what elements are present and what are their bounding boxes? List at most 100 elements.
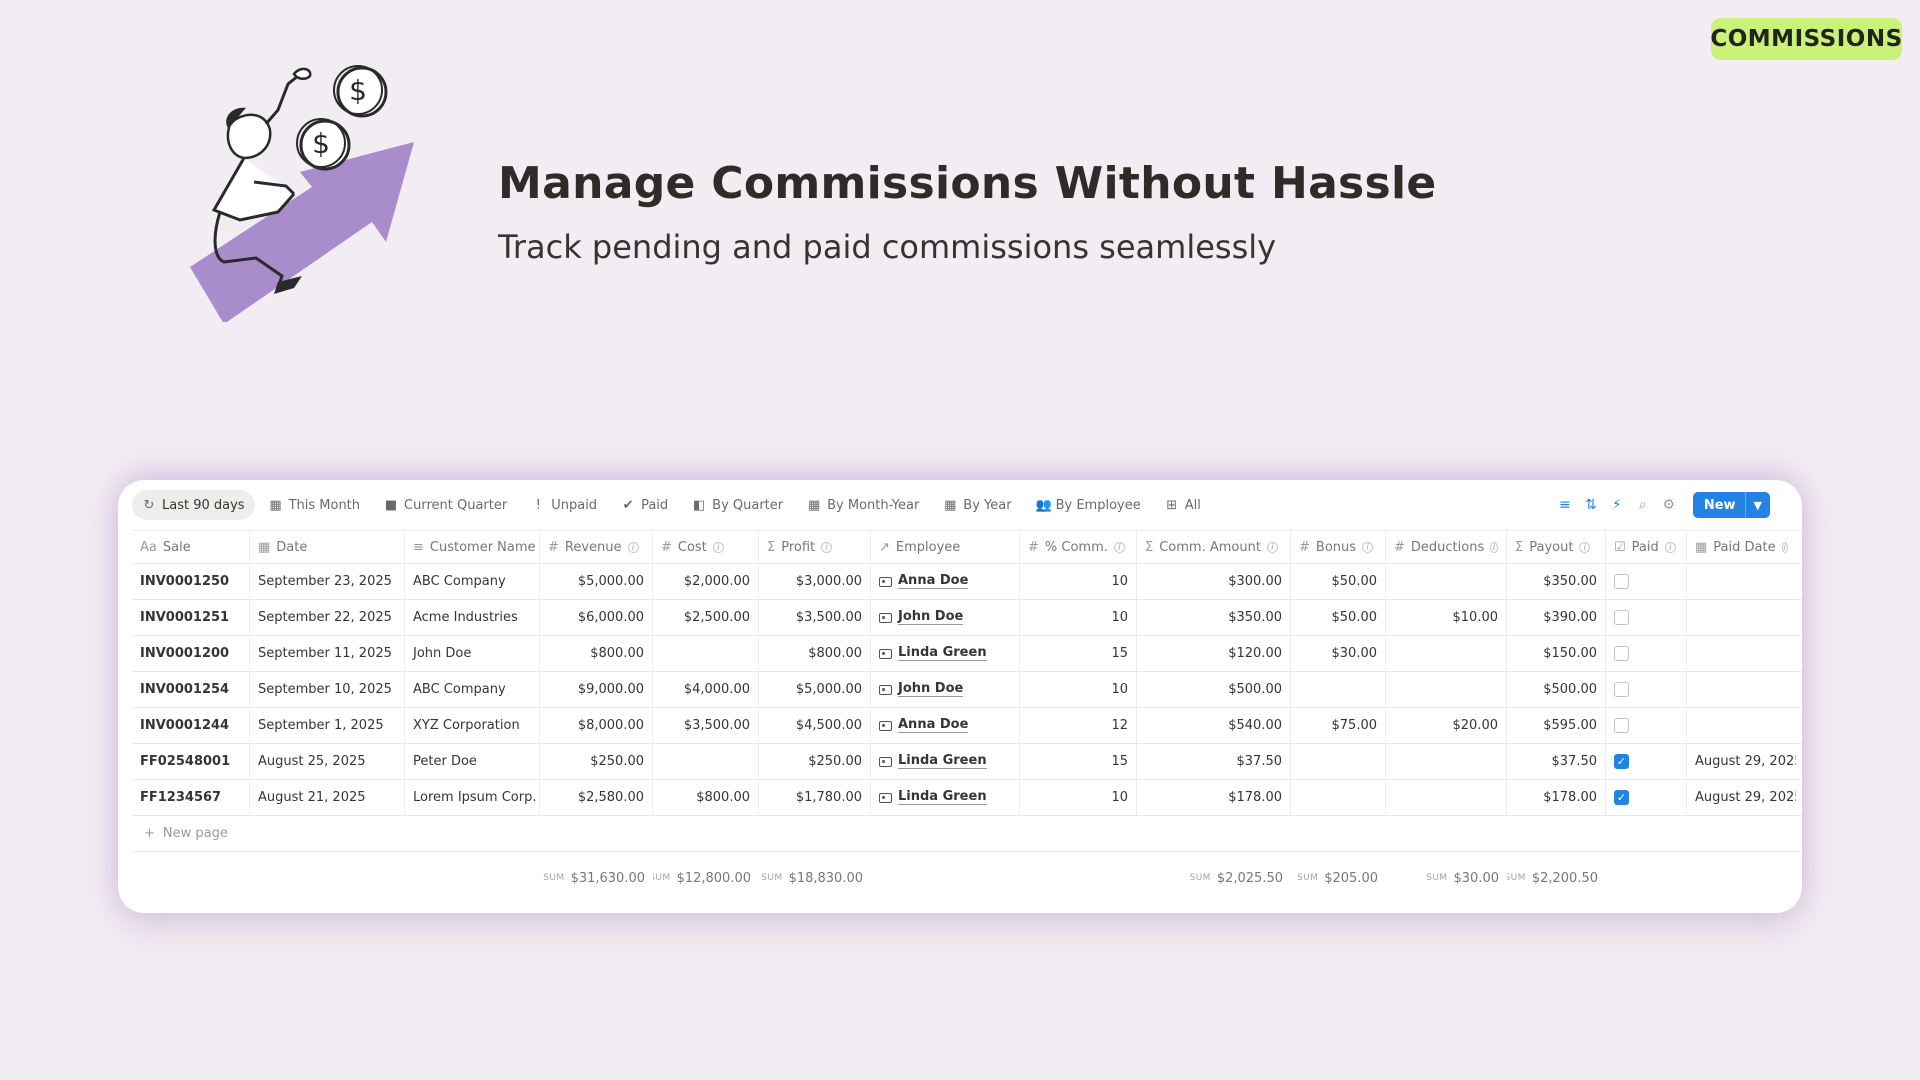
tab-last-90-days[interactable]: ↻ Last 90 days (132, 490, 255, 520)
sort-icon[interactable]: ⇅ (1583, 497, 1599, 513)
cell-bonus[interactable] (1291, 672, 1386, 707)
cell-deductions[interactable]: $20.00 (1386, 708, 1507, 743)
employee-link[interactable]: Linda Green (879, 646, 987, 661)
cell-employee[interactable]: Linda Green (871, 780, 1020, 815)
cell-date[interactable]: September 10, 2025 (250, 672, 405, 707)
table-row[interactable]: FF1234567 August 21, 2025 Lorem Ipsum Corp… (132, 780, 1802, 816)
cell-revenue[interactable]: $8,000.00 (540, 708, 653, 743)
cell-paid-date[interactable] (1687, 672, 1796, 707)
cell-bonus[interactable] (1291, 744, 1386, 779)
cell-revenue[interactable]: $5,000.00 (540, 564, 653, 599)
cell-date[interactable]: August 21, 2025 (250, 780, 405, 815)
tab-by-quarter[interactable]: ◧ By Quarter (682, 490, 793, 520)
cell-revenue[interactable]: $9,000.00 (540, 672, 653, 707)
chevron-down-icon[interactable]: ▼ (1744, 492, 1770, 518)
cell-customer[interactable]: ABC Company (405, 672, 540, 707)
tab-by-year[interactable]: ▦ By Year (933, 490, 1021, 520)
cell-sale[interactable]: INV0001250 (132, 564, 250, 599)
cell-comm[interactable]: $300.00 (1137, 564, 1291, 599)
cell-bonus[interactable]: $75.00 (1291, 708, 1386, 743)
cell-paid-date[interactable] (1687, 708, 1796, 743)
column-revenue[interactable]: # Revenue i (540, 531, 653, 563)
cell-customer[interactable]: John Doe (405, 636, 540, 671)
automation-icon[interactable]: ⚡ (1609, 497, 1625, 513)
cell-paid[interactable] (1606, 564, 1687, 599)
cell-deductions[interactable]: $10.00 (1386, 600, 1507, 635)
cell-profit[interactable]: $3,500.00 (759, 600, 871, 635)
employee-link[interactable]: Anna Doe (879, 718, 969, 733)
column-cost[interactable]: # Cost i (653, 531, 759, 563)
cell-customer[interactable]: ABC Company (405, 564, 540, 599)
tab-by-month-year[interactable]: ▦ By Month-Year (797, 490, 929, 520)
cell-employee[interactable]: John Doe (871, 600, 1020, 635)
cell-customer[interactable]: XYZ Corporation (405, 708, 540, 743)
table-row[interactable]: INV0001251 September 22, 2025 Acme Industr… (132, 600, 1802, 636)
filter-icon[interactable]: ≡ (1557, 497, 1573, 513)
cell-paid-date[interactable] (1687, 600, 1796, 635)
cell-date[interactable]: September 11, 2025 (250, 636, 405, 671)
sum-bonus[interactable]: SUM $205.00 (1291, 871, 1386, 886)
cell-sale[interactable]: INV0001244 (132, 708, 250, 743)
cell-comm[interactable]: $178.00 (1137, 780, 1291, 815)
paid-checkbox[interactable] (1614, 574, 1629, 589)
cell-cost[interactable]: $2,500.00 (653, 600, 759, 635)
cell-sale[interactable]: FF02548001 (132, 744, 250, 779)
cell-deductions[interactable] (1386, 564, 1507, 599)
cell-date[interactable]: September 22, 2025 (250, 600, 405, 635)
cell-profit[interactable]: $3,000.00 (759, 564, 871, 599)
tab-this-month[interactable]: ▦ This Month (259, 490, 370, 520)
cell-customer[interactable]: Peter Doe (405, 744, 540, 779)
cell-comm[interactable]: $37.50 (1137, 744, 1291, 779)
cell-pct[interactable]: 10 (1020, 600, 1137, 635)
column-employee[interactable]: ↗ Employee (871, 531, 1020, 563)
cell-cost[interactable]: $800.00 (653, 780, 759, 815)
column-date[interactable]: ▦ Date (250, 531, 405, 563)
cell-date[interactable]: August 25, 2025 (250, 744, 405, 779)
cell-payout[interactable]: $150.00 (1507, 636, 1606, 671)
employee-link[interactable]: John Doe (879, 610, 964, 625)
cell-employee[interactable]: Linda Green (871, 744, 1020, 779)
sum-revenue[interactable]: SUM $31,630.00 (540, 871, 653, 886)
cell-cost[interactable]: $4,000.00 (653, 672, 759, 707)
cell-profit[interactable]: $4,500.00 (759, 708, 871, 743)
new-page-button[interactable]: + New page (132, 816, 1802, 852)
cell-pct[interactable]: 15 (1020, 744, 1137, 779)
cell-pct[interactable]: 10 (1020, 780, 1137, 815)
cell-date[interactable]: September 1, 2025 (250, 708, 405, 743)
tab-unpaid[interactable]: ! Unpaid (521, 490, 607, 520)
settings-icon[interactable]: ⚙ (1661, 497, 1677, 513)
paid-checkbox[interactable] (1614, 610, 1629, 625)
cell-pct[interactable]: 10 (1020, 564, 1137, 599)
cell-pct[interactable]: 12 (1020, 708, 1137, 743)
cell-comm[interactable]: $350.00 (1137, 600, 1291, 635)
cell-cost[interactable] (653, 636, 759, 671)
column-customer[interactable]: ≡ Customer Name (405, 531, 540, 563)
table-row[interactable]: INV0001254 September 10, 2025 ABC Company $… (132, 672, 1802, 708)
cell-payout[interactable]: $350.00 (1507, 564, 1606, 599)
cell-paid[interactable] (1606, 672, 1687, 707)
column-deductions[interactable]: # Deductions i (1386, 531, 1507, 563)
cell-customer[interactable]: Lorem Ipsum Corp. (405, 780, 540, 815)
cell-profit[interactable]: $250.00 (759, 744, 871, 779)
column-payout[interactable]: Σ Payout i (1507, 531, 1606, 563)
employee-link[interactable]: Linda Green (879, 790, 987, 805)
cell-deductions[interactable] (1386, 636, 1507, 671)
column-bonus[interactable]: # Bonus i (1291, 531, 1386, 563)
paid-checkbox[interactable]: ✓ (1614, 790, 1629, 805)
cell-customer[interactable]: Acme Industries (405, 600, 540, 635)
cell-paid-date[interactable]: August 29, 2025 (1687, 744, 1796, 779)
paid-checkbox[interactable]: ✓ (1614, 754, 1629, 769)
paid-checkbox[interactable] (1614, 646, 1629, 661)
sum-profit[interactable]: SUM $18,830.00 (759, 871, 871, 886)
cell-paid-date[interactable]: August 29, 2025 (1687, 780, 1796, 815)
table-row[interactable]: INV0001244 September 1, 2025 XYZ Corporati… (132, 708, 1802, 744)
cell-deductions[interactable] (1386, 744, 1507, 779)
cell-payout[interactable]: $37.50 (1507, 744, 1606, 779)
cell-cost[interactable]: $3,500.00 (653, 708, 759, 743)
column-profit[interactable]: Σ Profit i (759, 531, 871, 563)
tab-all[interactable]: ⊞ All (1155, 490, 1211, 520)
cell-paid-date[interactable] (1687, 564, 1796, 599)
cell-pct[interactable]: 15 (1020, 636, 1137, 671)
cell-pct[interactable]: 10 (1020, 672, 1137, 707)
cell-employee[interactable]: John Doe (871, 672, 1020, 707)
